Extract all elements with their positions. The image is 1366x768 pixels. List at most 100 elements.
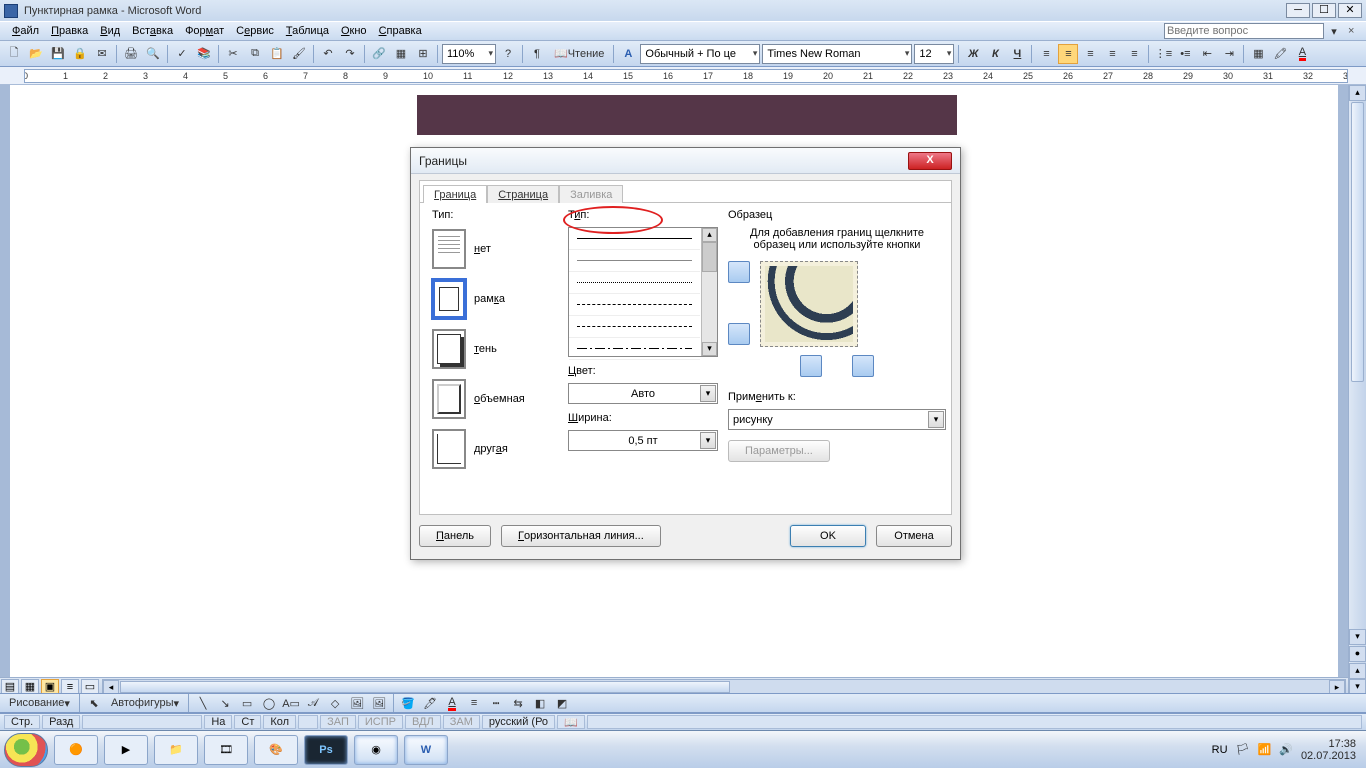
preview-left-border-button[interactable] [800,355,822,377]
taskbar-app-2[interactable]: ▶ [104,735,148,765]
show-marks-icon[interactable]: ¶ [527,44,547,64]
menu-format[interactable]: Формат [179,23,230,39]
tray-lang[interactable]: RU [1212,744,1228,756]
status-language[interactable]: русский (Ро [482,715,555,729]
copy-icon[interactable]: ⧉ [245,44,265,64]
width-combo[interactable]: 0,5 пт▾ [568,430,718,451]
indent-icon[interactable]: ⇥ [1219,44,1239,64]
setting-shadow[interactable]: тень тень [432,327,560,371]
ask-dropdown-icon[interactable]: ▾ [1324,21,1344,41]
setting-custom[interactable]: другая другая [432,427,560,471]
maximize-button[interactable]: ☐ [1312,3,1336,18]
menu-window[interactable]: Окно [335,23,373,39]
line-color-icon[interactable]: 🖊 [420,693,440,713]
open-icon[interactable]: 📂 [26,44,46,64]
line-icon[interactable]: ╲ [193,693,213,713]
italic-button[interactable]: К [985,44,1005,64]
tab-border[interactable]: Граница [423,185,487,203]
dialog-close-button[interactable]: X [908,152,952,170]
status-trk[interactable]: ИСПР [358,715,403,729]
dialog-titlebar[interactable]: Границы X [411,148,960,174]
panel-button[interactable]: Панель [419,525,491,547]
highlight-icon[interactable]: 🖍 [1270,44,1290,64]
font-color-icon[interactable]: A [1292,44,1312,64]
align-center-icon[interactable]: ≡ [1058,44,1078,64]
numbering-icon[interactable]: ⋮≡ [1153,44,1173,64]
arrow-icon[interactable]: ↘ [215,693,235,713]
diagram-icon[interactable]: ◇ [325,693,345,713]
picture-icon[interactable]: 🖼 [369,693,389,713]
style-combo[interactable]: Обычный + По це [640,44,760,64]
menu-table[interactable]: Таблица [280,23,335,39]
minimize-button[interactable]: ─ [1286,3,1310,18]
menu-file[interactable]: Файл [6,23,45,39]
fontsize-combo[interactable]: 12 [914,44,954,64]
menu-insert[interactable]: Вставка [126,23,179,39]
status-ext[interactable]: ВДЛ [405,715,441,729]
cancel-button[interactable]: Отмена [876,525,952,547]
3d-icon[interactable]: ◩ [552,693,572,713]
help-icon[interactable]: ? [498,44,518,64]
zoom-combo[interactable]: 110% [442,44,496,64]
line-style-icon[interactable]: ≡ [464,693,484,713]
spellcheck-icon[interactable]: ✓ [172,44,192,64]
preview-image[interactable] [760,261,858,347]
tray-volume-icon[interactable]: 🔊 [1279,743,1293,756]
color-combo[interactable]: Авто▾ [568,383,718,404]
underline-button[interactable]: Ч [1007,44,1027,64]
tray-clock[interactable]: 17:38 02.07.2013 [1301,738,1356,762]
apply-to-combo[interactable]: рисунку▾ [728,409,946,430]
textbox-icon[interactable]: A▭ [281,693,301,713]
bold-button[interactable]: Ж [963,44,983,64]
undo-icon[interactable]: ↶ [318,44,338,64]
status-ovr[interactable]: ЗАМ [443,715,480,729]
wordart-icon[interactable]: 𝒜 [303,693,323,713]
status-rec[interactable]: ЗАП [320,715,356,729]
status-book-icon[interactable]: 📖 [557,715,585,729]
shadow-icon[interactable]: ◧ [530,693,550,713]
autoshapes-menu[interactable]: Автофигуры ▾ [106,693,184,713]
reading-layout-button[interactable]: 📖 Чтение [549,44,609,64]
align-justify-icon[interactable]: ≡ [1102,44,1122,64]
preview-right-border-button[interactable] [852,355,874,377]
style-scrollbar[interactable]: ▴▾ [701,228,717,356]
redo-icon[interactable]: ↷ [340,44,360,64]
bullets-icon[interactable]: •≡ [1175,44,1195,64]
font-combo[interactable]: Times New Roman [762,44,912,64]
preview-icon[interactable]: 🔍 [143,44,163,64]
select-objects-icon[interactable]: ⬉ [84,693,104,713]
paste-icon[interactable]: 📋 [267,44,287,64]
hyperlink-icon[interactable]: 🔗 [369,44,389,64]
vertical-scrollbar[interactable]: ▴ ▾ ● ▴ ▾ [1348,85,1366,695]
preview-top-border-button[interactable] [728,261,750,283]
fill-color-icon[interactable]: 🪣 [398,693,418,713]
tray-flag-icon[interactable]: 🏳 [1236,743,1250,756]
permission-icon[interactable]: 🔒 [70,44,90,64]
outdent-icon[interactable]: ⇤ [1197,44,1217,64]
taskbar-chrome[interactable]: ◉ [354,735,398,765]
print-icon[interactable]: 🖨 [121,44,141,64]
oval-icon[interactable]: ◯ [259,693,279,713]
start-button[interactable] [4,733,48,767]
menubar-close-icon[interactable]: × [1348,25,1360,37]
tray-network-icon[interactable]: 📶 [1258,743,1272,756]
setting-3d[interactable]: объемная объемная [432,377,560,421]
menu-help[interactable]: Справка [373,23,428,39]
styles-icon[interactable]: A [618,44,638,64]
drawing-menu[interactable]: Рисование ▾ [4,693,75,713]
insert-table-icon[interactable]: ⊞ [413,44,433,64]
setting-box[interactable]: рамка рамка [432,277,560,321]
font-color-draw-icon[interactable]: A [442,693,462,713]
close-button[interactable]: ✕ [1338,3,1362,18]
taskbar-photoshop[interactable]: Ps [304,735,348,765]
preview-bottom-border-button[interactable] [728,323,750,345]
format-painter-icon[interactable]: 🖌 [289,44,309,64]
tab-page[interactable]: Страница [487,185,559,203]
style-listbox[interactable]: ▴▾ [568,227,718,357]
ok-button[interactable]: OK [790,525,866,547]
clipart-icon[interactable]: 🖼 [347,693,367,713]
taskbar-explorer[interactable]: 📁 [154,735,198,765]
taskbar-paint[interactable]: 🎨 [254,735,298,765]
taskbar-app-3[interactable]: 🎞 [204,735,248,765]
horizontal-line-button[interactable]: Горизонтальная линия... [501,525,661,547]
